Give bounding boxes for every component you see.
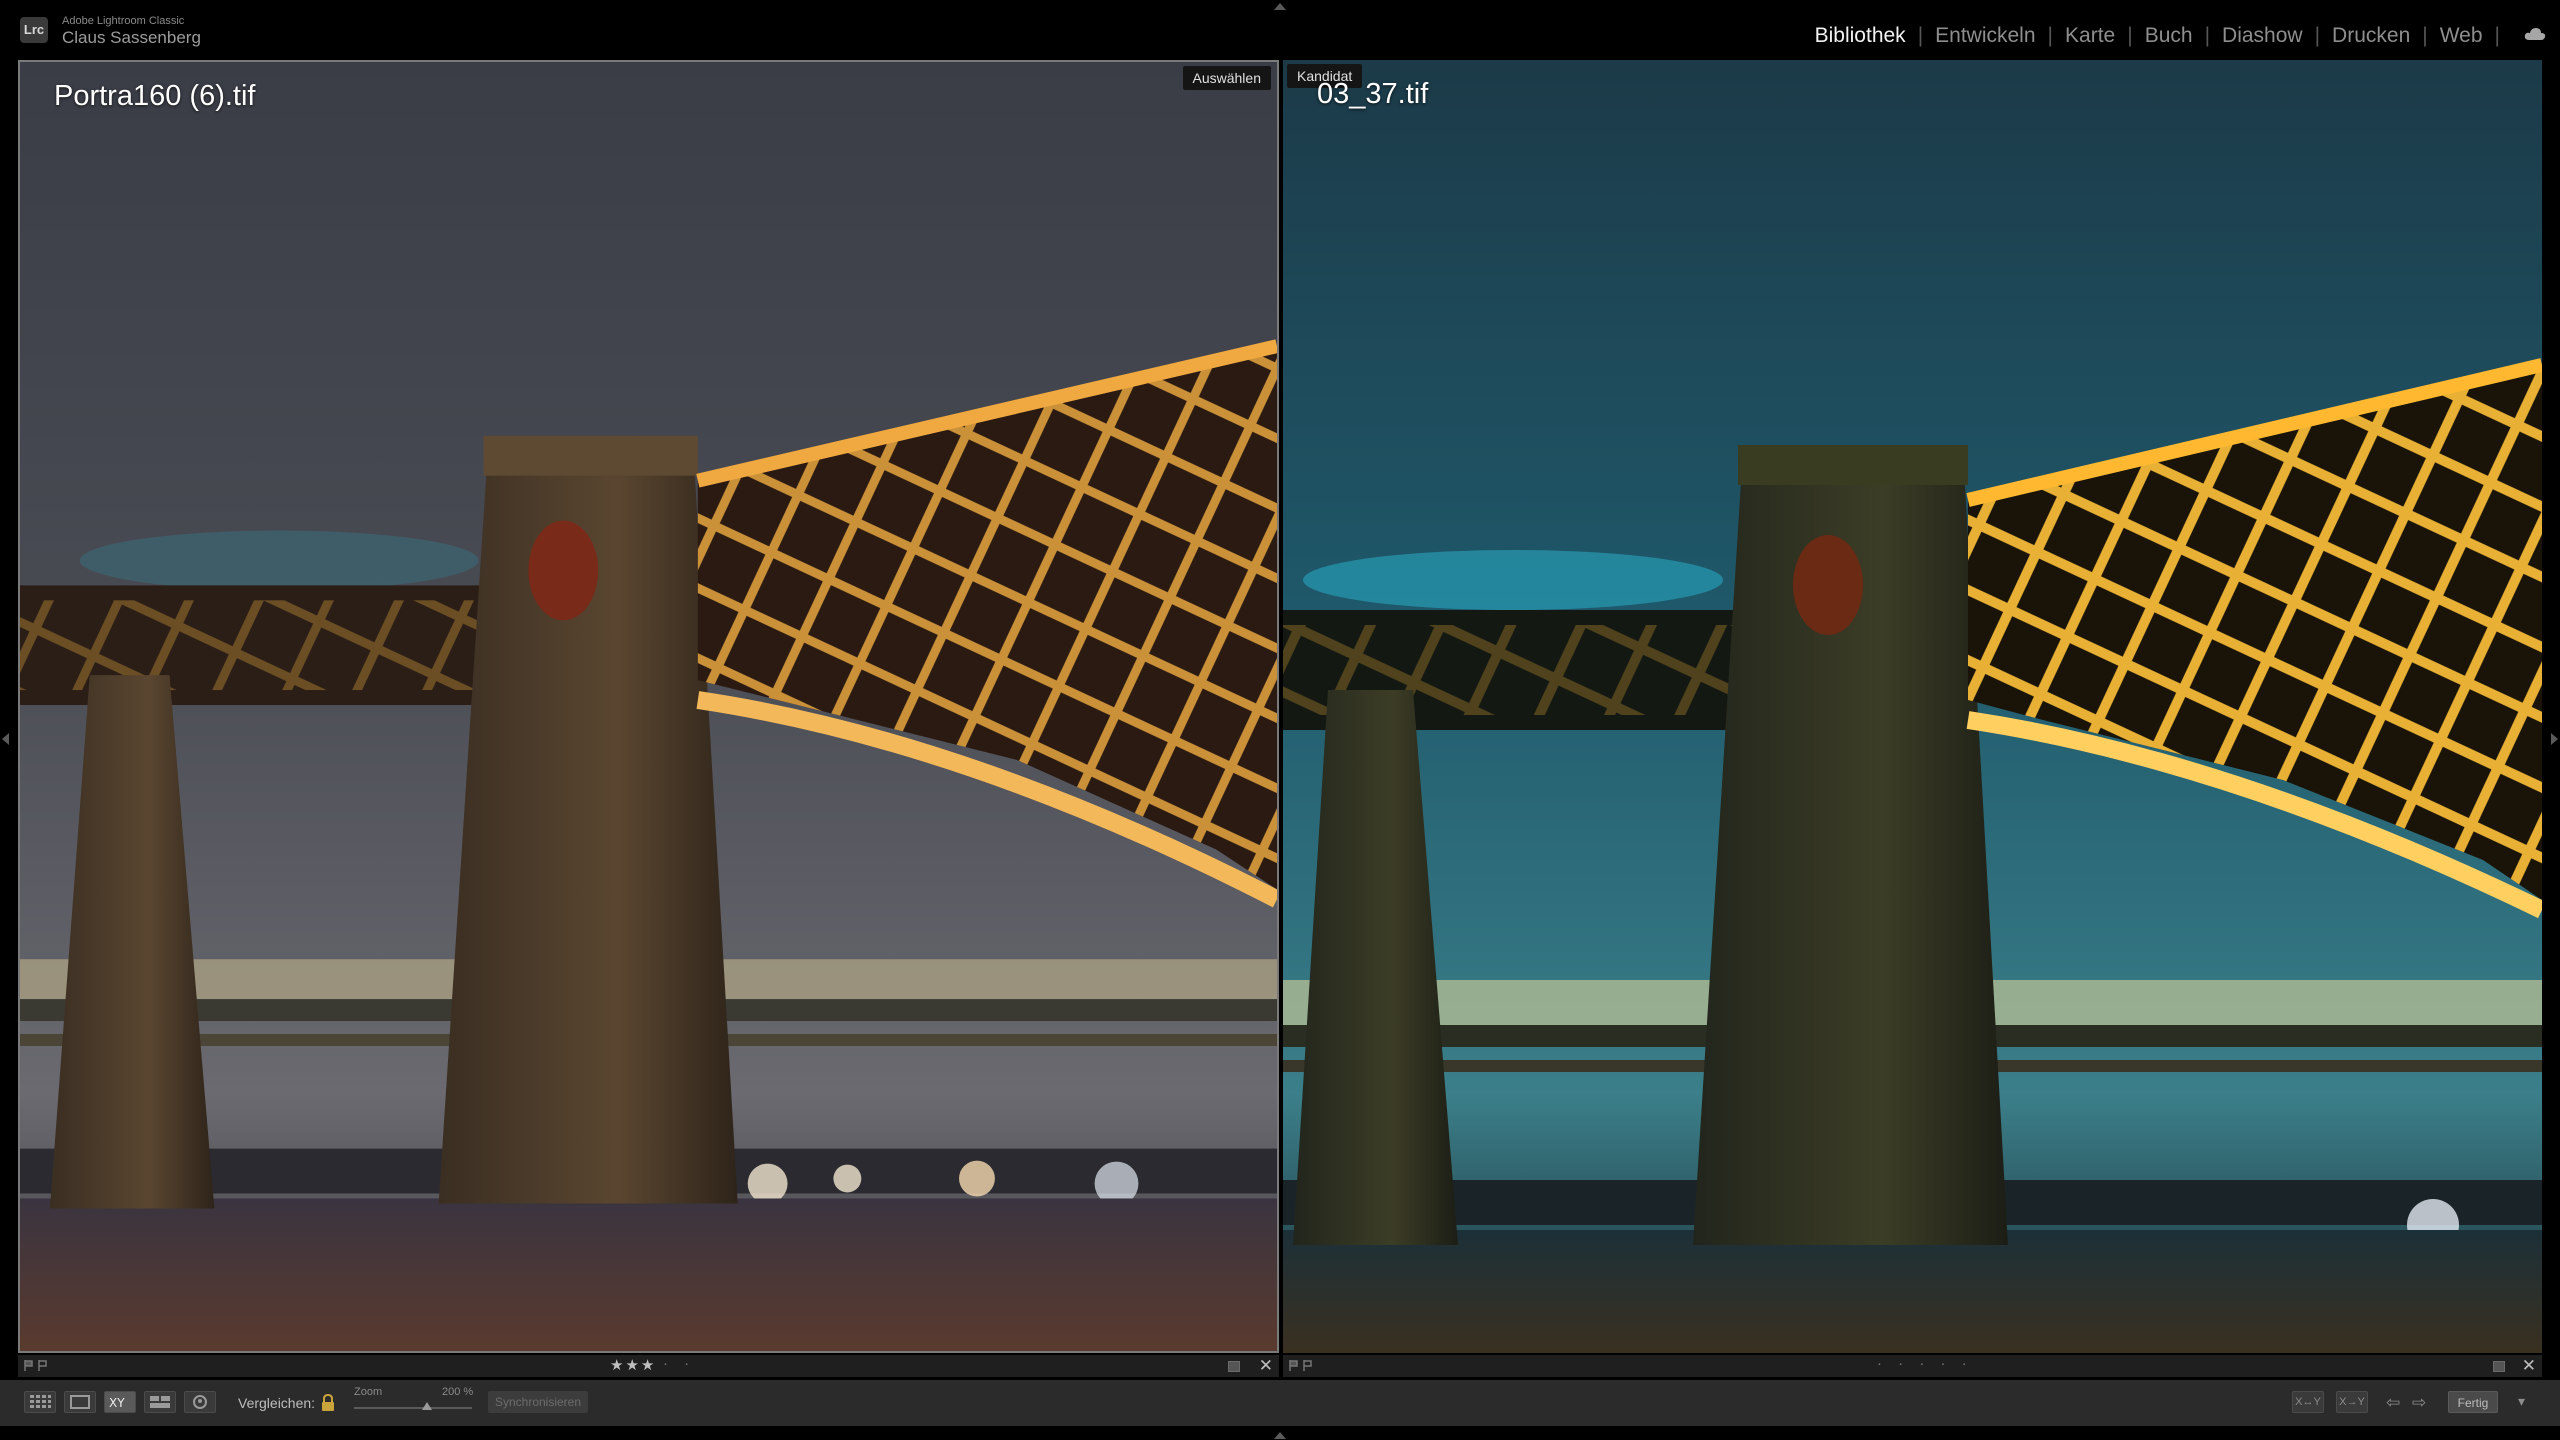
module-separator: |	[2494, 24, 2500, 47]
user-name: Claus Sassenberg	[62, 28, 201, 47]
candidate-image-pane[interactable]: Kandidat 03_37.tif	[1283, 60, 2542, 1353]
compare-view-button[interactable]: XY	[104, 1391, 136, 1413]
module-separator: |	[2204, 24, 2211, 47]
lock-icon[interactable]	[320, 1393, 336, 1413]
people-view-button[interactable]	[184, 1391, 216, 1413]
module-entwickeln[interactable]: Entwickeln	[1935, 24, 2035, 48]
toolbar-menu-chevron-icon[interactable]: ▾	[2518, 1393, 2525, 1410]
next-photo-icon[interactable]: ⇨	[2412, 1393, 2426, 1413]
compare-view-icon: XY	[109, 1396, 125, 1410]
module-separator: |	[1917, 24, 1924, 47]
color-label-swatch[interactable]	[2493, 1361, 2505, 1372]
close-candidate-icon[interactable]: ✕	[2522, 1356, 2536, 1376]
module-separator: |	[2127, 24, 2133, 47]
module-separator: |	[2047, 24, 2054, 47]
select-photo	[20, 62, 1277, 1351]
module-drucken[interactable]: Drucken	[2332, 24, 2410, 48]
module-buch[interactable]: Buch	[2145, 24, 2193, 48]
cloud-icon[interactable]	[2524, 27, 2546, 41]
collapse-left-panel-arrow[interactable]	[2, 733, 9, 745]
collapse-right-panel-arrow[interactable]	[2551, 733, 2558, 745]
module-karte[interactable]: Karte	[2065, 24, 2115, 48]
lightroom-logo: Lrc	[20, 17, 48, 43]
select-rating-dots[interactable]: · ·	[663, 1355, 695, 1372]
select-tag: Auswählen	[1182, 66, 1271, 90]
close-select-icon[interactable]: ✕	[1259, 1356, 1273, 1376]
module-separator: |	[2314, 24, 2321, 47]
previous-photo-icon[interactable]: ⇦	[2386, 1393, 2400, 1413]
grid-view-button[interactable]	[24, 1391, 56, 1413]
survey-view-button[interactable]	[144, 1391, 176, 1413]
flag-pick-icon[interactable]	[24, 1360, 33, 1371]
candidate-filename: 03_37.tif	[1317, 78, 1429, 110]
select-image-pane[interactable]: Auswählen Portra160 (6).tif	[18, 60, 1279, 1353]
sync-button[interactable]: Synchronisieren	[488, 1391, 588, 1413]
flag-reject-icon[interactable]	[38, 1360, 47, 1371]
product-name: Adobe Lightroom Classic	[62, 15, 185, 27]
select-filename: Portra160 (6).tif	[54, 80, 256, 112]
select-info-strip: ★★★ · · ✕	[18, 1355, 1279, 1377]
zoom-slider-thumb[interactable]	[422, 1402, 433, 1410]
loupe-view-icon	[70, 1395, 90, 1409]
module-diashow[interactable]: Diashow	[2222, 24, 2303, 48]
collapse-filmstrip-arrow[interactable]	[1274, 1432, 1286, 1439]
svg-text:XY: XY	[109, 1396, 125, 1410]
people-view-icon	[193, 1395, 207, 1409]
color-label-swatch[interactable]	[1228, 1361, 1240, 1372]
make-select-button[interactable]: X→Y	[2336, 1391, 2368, 1413]
survey-view-icon	[150, 1396, 170, 1408]
done-button[interactable]: Fertig	[2448, 1391, 2498, 1413]
zoom-label: Zoom	[354, 1386, 383, 1398]
module-separator: |	[2422, 24, 2428, 47]
loupe-view-button[interactable]	[64, 1391, 96, 1413]
compare-label: Vergleichen:	[238, 1395, 316, 1411]
candidate-photo	[1283, 60, 2542, 1353]
zoom-value: 200 %	[442, 1386, 474, 1398]
zoom-slider[interactable]	[354, 1407, 472, 1409]
candidate-rating-dots[interactable]: · · · · ·	[1877, 1355, 1973, 1372]
flag-pick-icon[interactable]	[1289, 1360, 1298, 1371]
swap-button[interactable]: X↔Y	[2292, 1391, 2324, 1413]
flag-reject-icon[interactable]	[1303, 1360, 1312, 1371]
select-rating-stars[interactable]: ★★★	[610, 1356, 656, 1374]
collapse-top-panel-arrow[interactable]	[1274, 3, 1286, 10]
module-web[interactable]: Web	[2440, 24, 2483, 48]
toolbar: XY Vergleichen: Zoom 200 % Synchronisier…	[0, 1380, 2560, 1426]
grid-view-icon	[30, 1395, 51, 1408]
candidate-info-strip: · · · · · ✕	[1283, 1355, 2542, 1377]
module-picker: Bibliothek | Entwickeln | Karte | Buch |…	[1815, 24, 2512, 48]
module-bibliothek[interactable]: Bibliothek	[1815, 24, 1906, 48]
